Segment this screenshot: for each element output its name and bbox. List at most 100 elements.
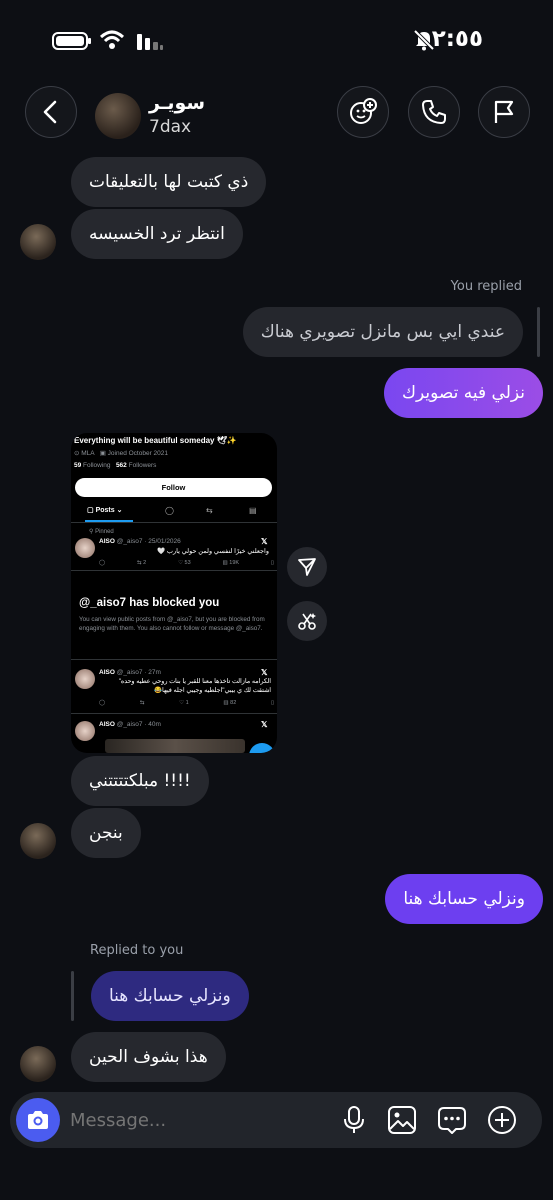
gallery-button[interactable]	[387, 1105, 417, 1139]
status-bar: ٢:٥٥	[0, 0, 553, 80]
gallery-icon	[388, 1106, 416, 1134]
like-count: ♡ 1	[179, 700, 189, 706]
message-input[interactable]	[70, 1102, 320, 1138]
phone-icon	[422, 100, 446, 124]
bookmark-icon: ▯	[270, 700, 274, 706]
like-count: ♡ 53	[178, 560, 191, 566]
mic-icon	[344, 1106, 364, 1133]
compose-fab	[249, 743, 275, 753]
post-avatar	[75, 721, 95, 741]
post-meta: @_aiso7 · 27m	[116, 669, 161, 676]
post-meta: @_aiso7 · 40m	[116, 721, 161, 728]
sticker-button[interactable]	[437, 1105, 467, 1139]
profile-info-row: ⊙ MLA ▣ Joined October 2021	[74, 449, 168, 457]
message-composer	[10, 1092, 542, 1148]
reply-divider	[71, 971, 74, 1021]
message-incoming[interactable]: مبلكتتتتني !!!!	[71, 756, 209, 806]
view-count: ▥ 19K	[222, 560, 240, 566]
divider	[71, 659, 277, 660]
status-time: ٢:٥٥	[431, 26, 483, 52]
post-avatar	[75, 669, 95, 689]
share-icon	[298, 558, 316, 576]
view-count: ▥ 82	[223, 700, 237, 706]
signal-icon	[136, 32, 164, 54]
x-logo-icon: 𝕏	[261, 720, 268, 729]
retweet-count: ⇆ 2	[137, 560, 147, 566]
profile-bio: Everything will be beautiful someday 🕊✨	[74, 436, 237, 445]
post-text: الكرامه مازالت تأخذها معنا للقبر يا بنات…	[118, 678, 271, 694]
post-meta: @_aiso7 · 25/01/2026	[116, 538, 181, 545]
pinned-text: Pinned	[95, 529, 114, 535]
more-button[interactable]	[487, 1105, 517, 1139]
you-replied-label: You replied	[450, 279, 522, 294]
profile-joined: Joined October 2021	[107, 450, 169, 457]
message-incoming[interactable]: هذا بشوف الحين	[71, 1032, 226, 1082]
flag-icon	[494, 100, 514, 123]
scissors-icon	[298, 613, 316, 630]
followers-count: 562	[115, 462, 127, 469]
post-author: AISO	[99, 669, 115, 676]
reply-tab-icon: ◯	[165, 506, 174, 515]
profile-counts: 59 Following 562 Followers	[74, 462, 156, 469]
contact-avatar[interactable]	[95, 93, 141, 139]
follow-button: Follow	[75, 478, 272, 497]
repost-tab-icon: ⇆	[206, 506, 213, 515]
message-incoming[interactable]: بنجن	[71, 808, 141, 858]
message-incoming[interactable]: انتظر ترد الخسيسه	[71, 209, 243, 259]
bookmark-icon: ▯	[270, 560, 274, 566]
followers-label: Followers	[128, 462, 157, 469]
back-button[interactable]	[25, 86, 77, 138]
contact-name[interactable]: سويـر	[149, 92, 205, 114]
profile-tabs: ▢ Posts ⌄ ◯ ⇆ ▤	[71, 503, 277, 523]
tab-posts: ▢ Posts ⌄	[87, 507, 123, 514]
comment-icon: ◯	[99, 560, 106, 566]
posts-tab-underline	[85, 520, 133, 522]
following-count: 59	[74, 462, 82, 469]
plus-icon	[488, 1106, 516, 1134]
posts-tab-label: Posts	[95, 507, 115, 514]
camera-button[interactable]	[16, 1098, 60, 1142]
pinned-label: ⚲ Pinned	[89, 529, 114, 535]
replied-to-you-label: Replied to you	[90, 943, 184, 958]
add-person-icon	[350, 98, 377, 124]
post-author: AISO	[99, 721, 115, 728]
sender-avatar[interactable]	[20, 823, 56, 859]
post-header: AISO @_aiso7 · 40m	[99, 721, 161, 728]
battery-icon	[52, 31, 92, 55]
contact-username[interactable]: 7dax	[149, 117, 191, 137]
call-button[interactable]	[408, 86, 460, 138]
post-avatar	[75, 538, 95, 558]
back-icon	[43, 100, 57, 124]
share-button[interactable]	[287, 547, 327, 587]
post-header: AISO @_aiso7 · 27m	[99, 669, 161, 676]
camera-icon	[28, 1111, 48, 1129]
post-text: واجعلني خيرًا لنفسي ولمن حولي يارب 🤍	[156, 548, 269, 555]
blocked-body: You can view public posts from @_aiso7, …	[79, 616, 265, 632]
report-button[interactable]	[478, 86, 530, 138]
sender-avatar[interactable]	[20, 224, 56, 260]
divider	[71, 570, 277, 571]
calendar-icon: ▣	[96, 450, 108, 457]
blocked-title: @_aiso7 has blocked you	[79, 597, 220, 609]
x-logo-icon: 𝕏	[261, 537, 268, 546]
comment-icon: ◯	[99, 700, 106, 706]
quoted-message[interactable]: عندي ايي بس مانزل تصويري هناك	[242, 307, 523, 357]
clip-button[interactable]	[287, 601, 327, 641]
mic-button[interactable]	[341, 1105, 367, 1139]
sticker-chat-icon	[438, 1107, 466, 1134]
quoted-message[interactable]: ونزلي حسابك هنا	[91, 971, 249, 1021]
add-person-button[interactable]	[337, 86, 389, 138]
following-label: Following	[83, 462, 111, 469]
post-stats: ◯ ⇆ 2 ♡ 53 ▥ 19K ▯	[99, 560, 274, 566]
message-outgoing[interactable]: ونزلي حسابك هنا	[385, 874, 543, 924]
sender-avatar[interactable]	[20, 1046, 56, 1082]
message-incoming[interactable]: ذي كتبت لها بالتعليقات	[71, 157, 267, 207]
shared-profile-card[interactable]: Everything will be beautiful someday 🕊✨ …	[71, 433, 277, 753]
profile-location: MLA	[81, 450, 95, 457]
reply-divider	[537, 307, 540, 357]
post-header: AISO @_aiso7 · 25/01/2026	[99, 538, 181, 545]
divider	[71, 713, 277, 714]
message-outgoing[interactable]: نزلي فيه تصويرك	[383, 368, 543, 418]
x-logo-icon: 𝕏	[261, 668, 268, 677]
media-tab-icon: ▤	[249, 506, 257, 515]
